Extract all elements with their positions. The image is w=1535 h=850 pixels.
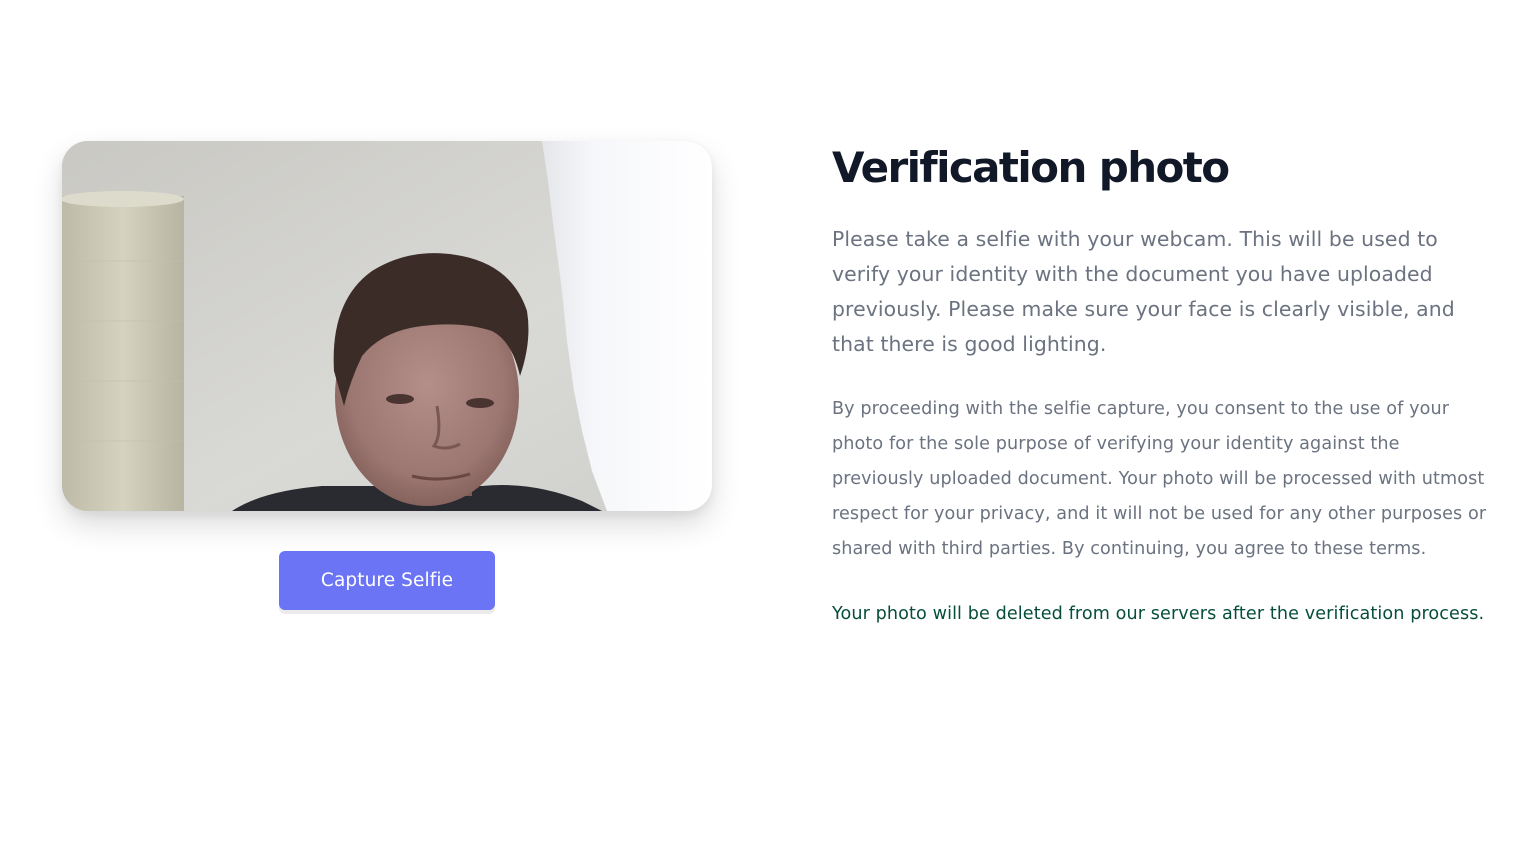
consent-text: By proceeding with the selfie capture, y… <box>832 399 1487 559</box>
deletion-note: Your photo will be deleted from our serv… <box>832 604 1485 624</box>
webcam-video-feed <box>62 141 712 511</box>
verification-page: Capture Selfie Verification photo Please… <box>0 0 1535 850</box>
page-title: Verification photo <box>832 143 1230 192</box>
verification-info: Verification photo Please take a selfie … <box>832 140 1492 632</box>
intro-text: Please take a selfie with your webcam. T… <box>832 227 1455 356</box>
webcam-preview <box>62 141 712 511</box>
capture-selfie-button[interactable]: Capture Selfie <box>279 551 495 610</box>
